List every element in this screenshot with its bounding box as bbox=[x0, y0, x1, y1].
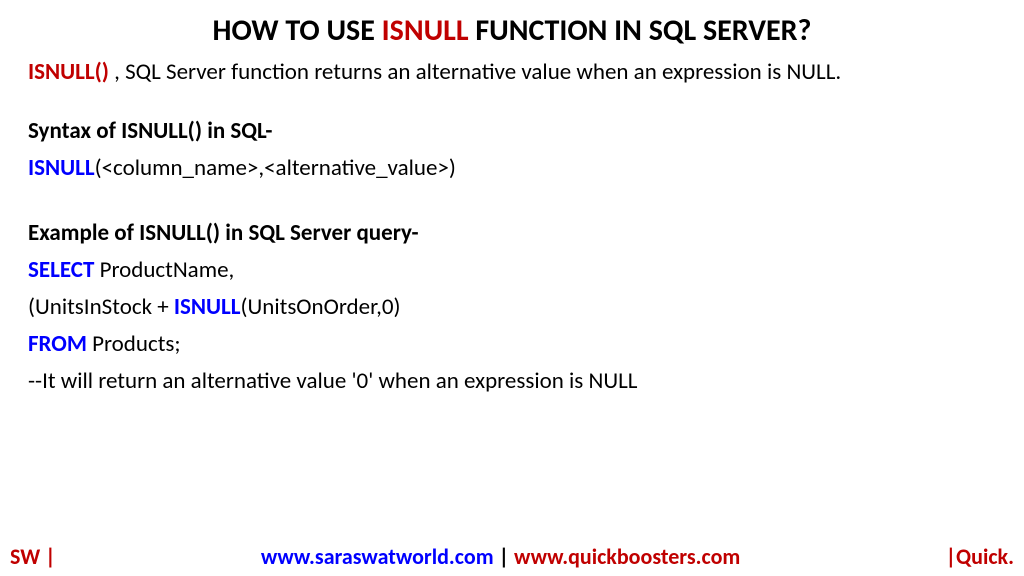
title-keyword: ISNULL bbox=[382, 12, 469, 49]
title-post: FUNCTION IN SQL SERVER? bbox=[469, 12, 812, 49]
example-heading: Example of ISNULL() in SQL Server query- bbox=[28, 218, 996, 249]
footer-sep: | bbox=[494, 543, 514, 570]
example-line2-post: (UnitsOnOrder,0) bbox=[241, 293, 401, 321]
syntax-args: (<column_name>,<alternative_value>) bbox=[95, 154, 456, 182]
intro-paragraph: ISNULL() , SQL Server function returns a… bbox=[28, 57, 996, 88]
footer-left: SW | bbox=[10, 543, 56, 570]
select-keyword: SELECT bbox=[28, 256, 94, 284]
footer-url2: www.quickboosters.com bbox=[514, 543, 740, 570]
syntax-fn: ISNULL bbox=[28, 154, 95, 182]
example-comment: --It will return an alternative value '0… bbox=[28, 366, 996, 397]
slide-body: ISNULL() , SQL Server function returns a… bbox=[28, 57, 996, 397]
footer-url1: www.saraswatworld.com bbox=[261, 543, 494, 570]
example-line2-pre: (UnitsInStock + bbox=[28, 293, 174, 321]
slide-title: HOW TO USE ISNULL FUNCTION IN SQL SERVER… bbox=[28, 12, 996, 49]
example-line3: FROM Products; bbox=[28, 329, 996, 360]
syntax-heading: Syntax of ISNULL() in SQL- bbox=[28, 116, 996, 147]
example-line1: SELECT ProductName, bbox=[28, 255, 996, 286]
syntax-line: ISNULL(<column_name>,<alternative_value>… bbox=[28, 153, 996, 184]
title-pre: HOW TO USE bbox=[213, 12, 382, 49]
intro-keyword: ISNULL() bbox=[28, 58, 109, 86]
example-line1-rest: ProductName, bbox=[94, 256, 234, 284]
footer: SW | www.saraswatworld.com | www.quickbo… bbox=[0, 543, 1024, 570]
example-line3-rest: Products; bbox=[87, 330, 181, 358]
intro-text: , SQL Server function returns an alterna… bbox=[109, 58, 841, 86]
isnull-keyword: ISNULL bbox=[174, 293, 241, 321]
footer-right: |Quick. bbox=[946, 543, 1014, 570]
footer-center: www.saraswatworld.com | www.quickbooster… bbox=[261, 543, 740, 570]
from-keyword: FROM bbox=[28, 330, 87, 358]
example-line2: (UnitsInStock + ISNULL(UnitsOnOrder,0) bbox=[28, 292, 996, 323]
